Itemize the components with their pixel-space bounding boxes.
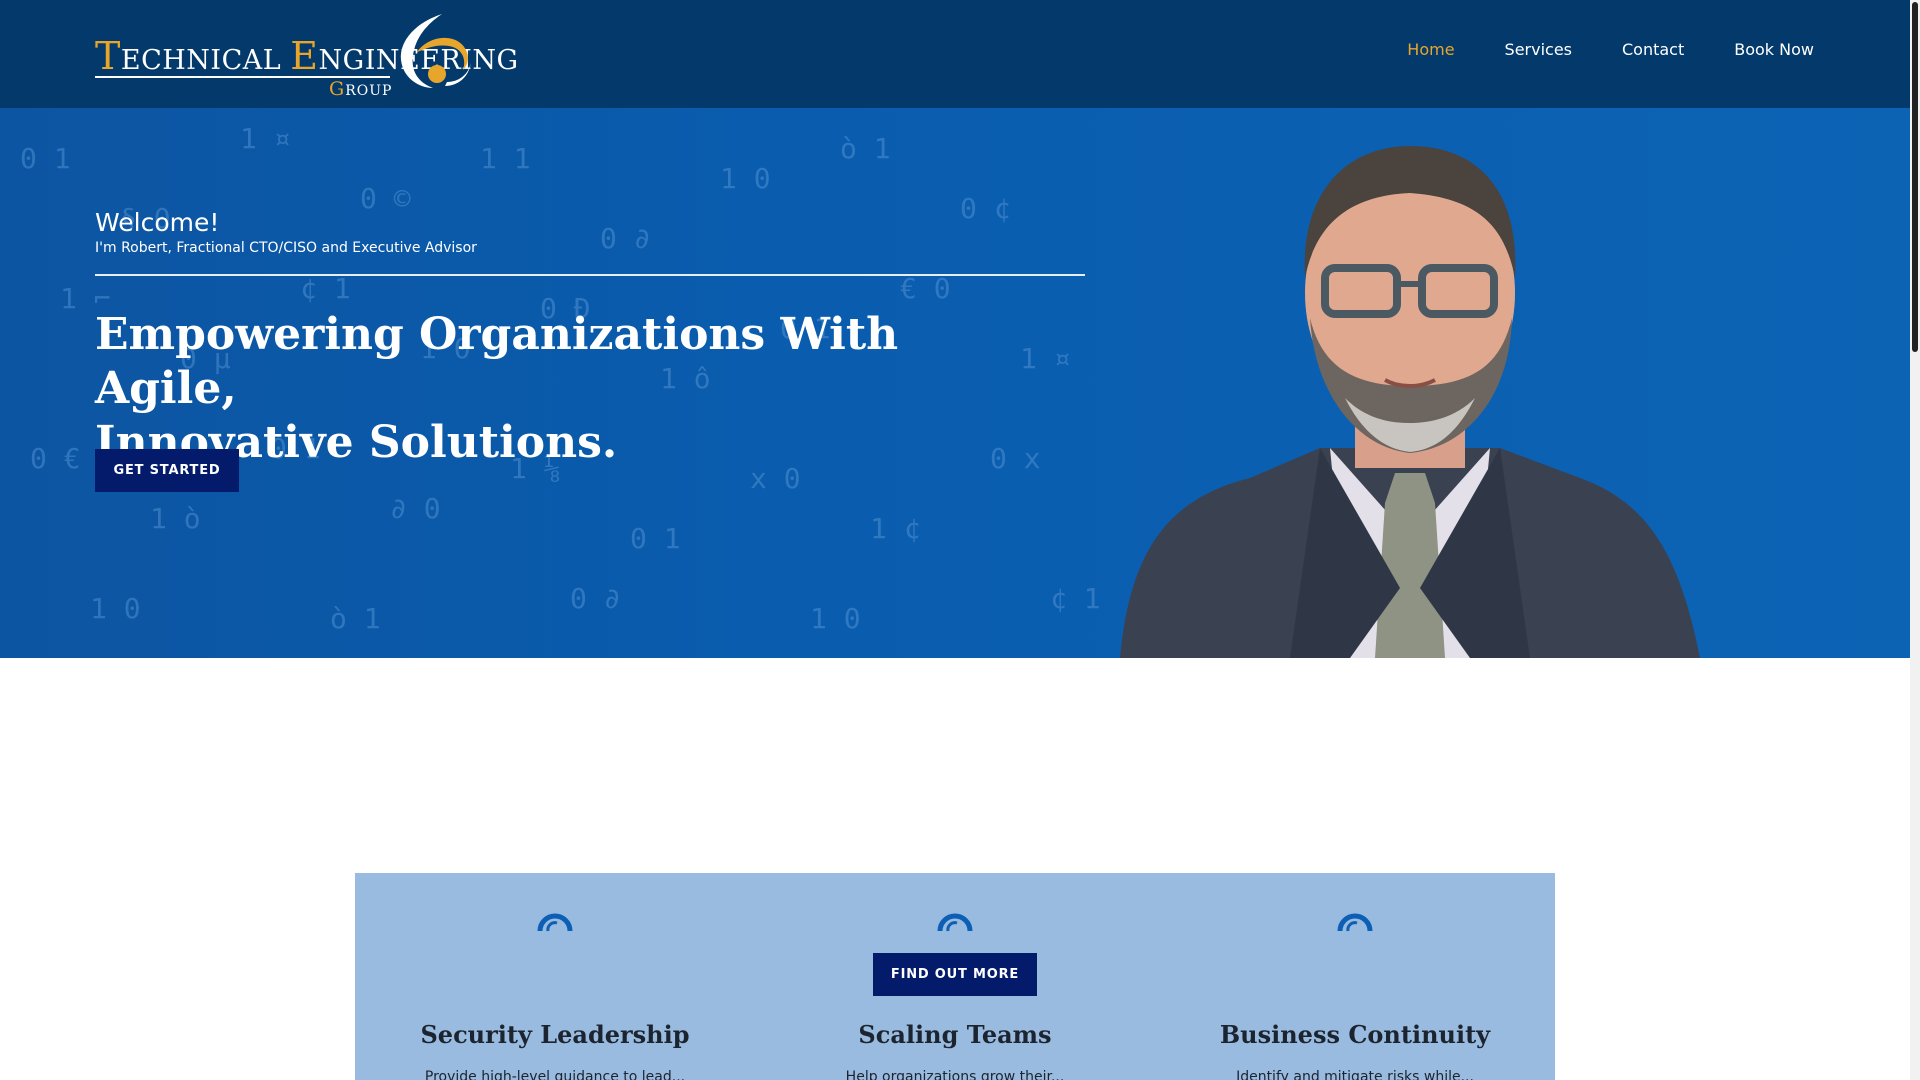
service-card-security: Security Leadership Provide high-level g…	[355, 873, 755, 1080]
advisor-portrait	[1120, 146, 1700, 658]
logo-initial-g: G	[329, 78, 346, 100]
logo-word-group: ROUP	[345, 83, 393, 99]
hero-heading: Empowering Organizations With Agile, Inn…	[95, 308, 995, 470]
svg-text:0 ¢: 0 ¢	[960, 192, 1011, 225]
site-header: TECHNICAL ENGINEERING GROUP Home Service…	[0, 0, 1910, 108]
svg-text:ò 1: ò 1	[330, 602, 381, 635]
page: TECHNICAL ENGINEERING GROUP Home Service…	[0, 0, 1920, 1080]
svg-text:0 ∂: 0 ∂	[570, 582, 621, 615]
svg-text:1 0: 1 0	[90, 592, 141, 625]
svg-text:0 ©: 0 ©	[360, 182, 411, 215]
service-title: Security Leadership	[420, 1020, 690, 1049]
svg-text:€ 0: € 0	[900, 272, 951, 305]
svg-text:ò 1: ò 1	[840, 132, 891, 165]
svg-text:1 1: 1 1	[480, 142, 531, 175]
hero-heading-line-1: Empowering Organizations With Agile,	[95, 309, 899, 414]
svg-text:0 1: 0 1	[630, 522, 681, 555]
svg-text:0 1: 0 1	[20, 142, 71, 175]
svg-text:1 ¢: 1 ¢	[870, 512, 921, 545]
svg-text:1 0: 1 0	[720, 162, 771, 195]
service-title: Business Continuity	[1219, 1020, 1491, 1049]
page-scrollbar[interactable]	[1910, 0, 1920, 1080]
company-logo[interactable]: TECHNICAL ENGINEERING GROUP	[95, 12, 518, 100]
svg-text:0 x: 0 x	[990, 442, 1041, 475]
service-description: Help organizations grow their...	[845, 1069, 1065, 1080]
svg-text:1 0: 1 0	[810, 602, 861, 635]
logo-initial-t: T	[95, 34, 121, 78]
scrollbar-thumb[interactable]	[1912, 2, 1918, 352]
logo-word-technical: ECHNICAL	[120, 45, 282, 76]
svg-text:¢ 1: ¢ 1	[1050, 582, 1100, 615]
logo-initial-e: E	[290, 34, 319, 78]
svg-text:0 ∂: 0 ∂	[600, 222, 651, 255]
service-card-continuity: Business Continuity Identify and mitigat…	[1155, 873, 1555, 1080]
service-description: Identify and mitigate risks while...	[1236, 1069, 1474, 1080]
find-out-more-button[interactable]: FIND OUT MORE	[873, 953, 1037, 996]
hero-subline: I'm Robert, Fractional CTO/CISO and Exec…	[95, 240, 477, 256]
logo-swoosh-icon	[400, 14, 471, 88]
hero-divider	[95, 274, 1085, 276]
nav-services[interactable]: Services	[1505, 40, 1572, 59]
svg-text:∂ 0: ∂ 0	[390, 492, 441, 525]
svg-text:1 ¤: 1 ¤	[1020, 342, 1071, 375]
nav-contact[interactable]: Contact	[1622, 40, 1684, 59]
arc-icon	[1337, 913, 1373, 932]
arc-icon	[937, 913, 973, 932]
service-title: Scaling Teams	[858, 1020, 1052, 1049]
arc-icon	[537, 913, 573, 932]
get-started-button[interactable]: GET STARTED	[95, 449, 239, 492]
hero-welcome: Welcome!	[95, 208, 220, 237]
svg-text:1 ò: 1 ò	[150, 502, 201, 535]
nav-home[interactable]: Home	[1407, 40, 1454, 59]
svg-text:0 €: 0 €	[30, 442, 81, 475]
hero-section: 0 1 § 01 ¤ 0 © 1 10 ∂ 1 0ò 10 ¢ 1 ⌐ 0 µ ¢ 1 …	[0, 108, 1910, 658]
logo-group-word: GROUP	[329, 78, 392, 100]
main-nav: Home Services Contact Book Now	[1407, 40, 1814, 59]
svg-text:1 ¤: 1 ¤	[240, 122, 291, 155]
service-description: Provide high-level guidance to lead...	[424, 1069, 686, 1080]
services-panel: Security Leadership Provide high-level g…	[355, 873, 1555, 1080]
svg-text:¢ 1: ¢ 1	[300, 272, 351, 305]
nav-book-now[interactable]: Book Now	[1734, 40, 1814, 59]
